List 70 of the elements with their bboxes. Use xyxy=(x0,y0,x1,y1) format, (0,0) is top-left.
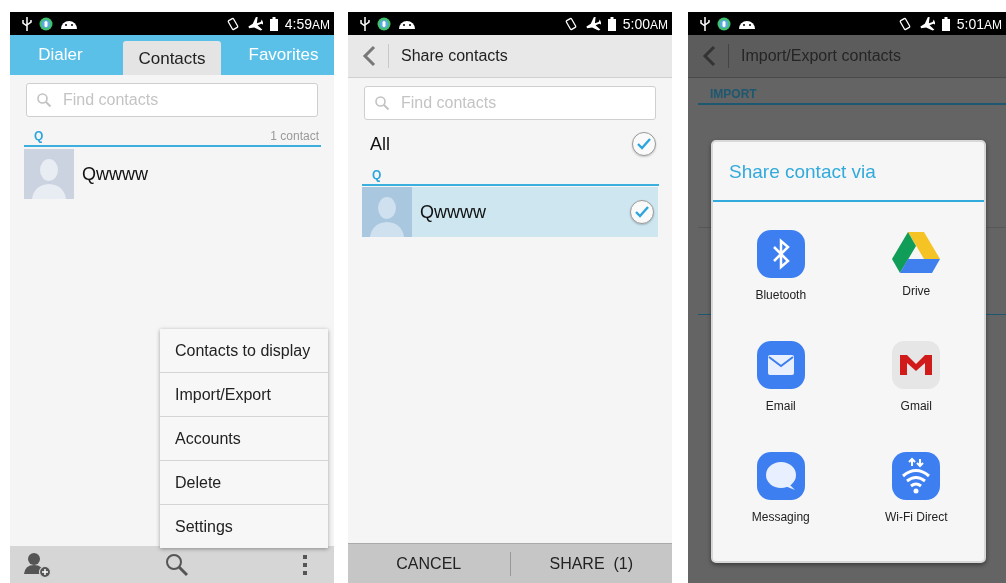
share-option[interactable]: Email xyxy=(713,341,849,452)
contact-row[interactable]: Qwwww xyxy=(24,149,320,199)
share-option[interactable]: Messaging xyxy=(713,452,849,563)
usb-icon xyxy=(22,16,32,31)
share-option[interactable]: Bluetooth xyxy=(713,230,849,341)
share-button[interactable]: SHARE (1) xyxy=(510,544,672,583)
share-option-label: Wi-Fi Direct xyxy=(884,510,948,524)
cancel-button[interactable]: CANCEL xyxy=(348,544,510,583)
contact-name: Qwwww xyxy=(82,163,148,185)
share-option-label: Bluetooth xyxy=(755,288,807,302)
screen-title: Share contacts xyxy=(401,47,508,65)
tab[interactable]: Contacts xyxy=(123,41,221,75)
contact-count: 1 contact xyxy=(270,129,319,143)
checkmark-icon xyxy=(637,138,651,150)
app-icon xyxy=(39,16,53,31)
select-all-checkbox[interactable] xyxy=(632,132,656,156)
back-icon[interactable] xyxy=(702,45,716,67)
usb-icon xyxy=(700,16,710,31)
battery-icon xyxy=(269,16,278,31)
status-time: 4:59AM xyxy=(284,15,330,32)
share-option-label: Gmail xyxy=(900,399,932,413)
airplane-icon xyxy=(246,16,263,31)
share-option[interactable]: Drive xyxy=(848,230,984,341)
avatar-icon xyxy=(362,187,412,237)
more-icon[interactable] xyxy=(302,553,308,576)
screen-title: Import/Export contacts xyxy=(741,47,902,65)
search-icon xyxy=(36,92,52,108)
vibrate-icon xyxy=(563,16,578,31)
email-icon xyxy=(756,341,805,389)
menu-item[interactable]: Accounts xyxy=(160,416,328,460)
section-label: IMPORT xyxy=(710,87,758,101)
share-option-label: Email xyxy=(765,399,796,413)
search-icon xyxy=(374,95,390,111)
usb-icon xyxy=(360,16,370,31)
drive-icon xyxy=(891,230,942,274)
avatar-icon xyxy=(24,149,74,199)
contact-row[interactable]: Qwwww xyxy=(362,187,658,237)
select-all-label: All xyxy=(370,133,390,155)
contact-name: Qwwww xyxy=(420,201,486,223)
contact-checkbox[interactable] xyxy=(630,200,654,224)
app-icon xyxy=(377,16,391,31)
airplane-icon xyxy=(918,16,935,31)
search-icon[interactable] xyxy=(165,552,189,577)
share-option[interactable]: Gmail xyxy=(848,341,984,452)
search-field[interactable]: Find contacts xyxy=(364,86,656,120)
bluetooth-icon xyxy=(756,230,805,278)
speech-bubble-icon xyxy=(756,452,805,500)
battery-icon xyxy=(607,16,616,31)
share-option-label: Drive xyxy=(902,284,931,298)
section-letter: Q xyxy=(372,168,382,182)
battery-icon xyxy=(941,16,950,31)
add-contact-icon[interactable] xyxy=(24,551,52,578)
back-icon[interactable] xyxy=(362,45,376,67)
status-time: 5:00AM xyxy=(622,15,668,32)
dialog-title: Share contact via xyxy=(713,142,984,202)
vibrate-icon xyxy=(225,16,240,31)
search-field[interactable]: Find contacts xyxy=(26,83,318,117)
airplane-icon xyxy=(584,16,601,31)
checkmark-icon xyxy=(635,206,649,218)
status-time: 5:01AM xyxy=(956,15,1002,32)
share-option[interactable]: Wi-Fi Direct xyxy=(848,452,984,563)
section-letter: Q xyxy=(34,129,44,143)
menu-item[interactable]: Import/Export xyxy=(160,372,328,416)
app-icon xyxy=(717,16,731,31)
gmail-icon xyxy=(892,341,941,389)
wifi-icon xyxy=(892,452,941,500)
menu-item[interactable]: Delete xyxy=(160,460,328,504)
vibrate-icon xyxy=(897,16,912,31)
share-option-label: Messaging xyxy=(751,510,810,524)
menu-item[interactable]: Contacts to display xyxy=(160,329,328,372)
